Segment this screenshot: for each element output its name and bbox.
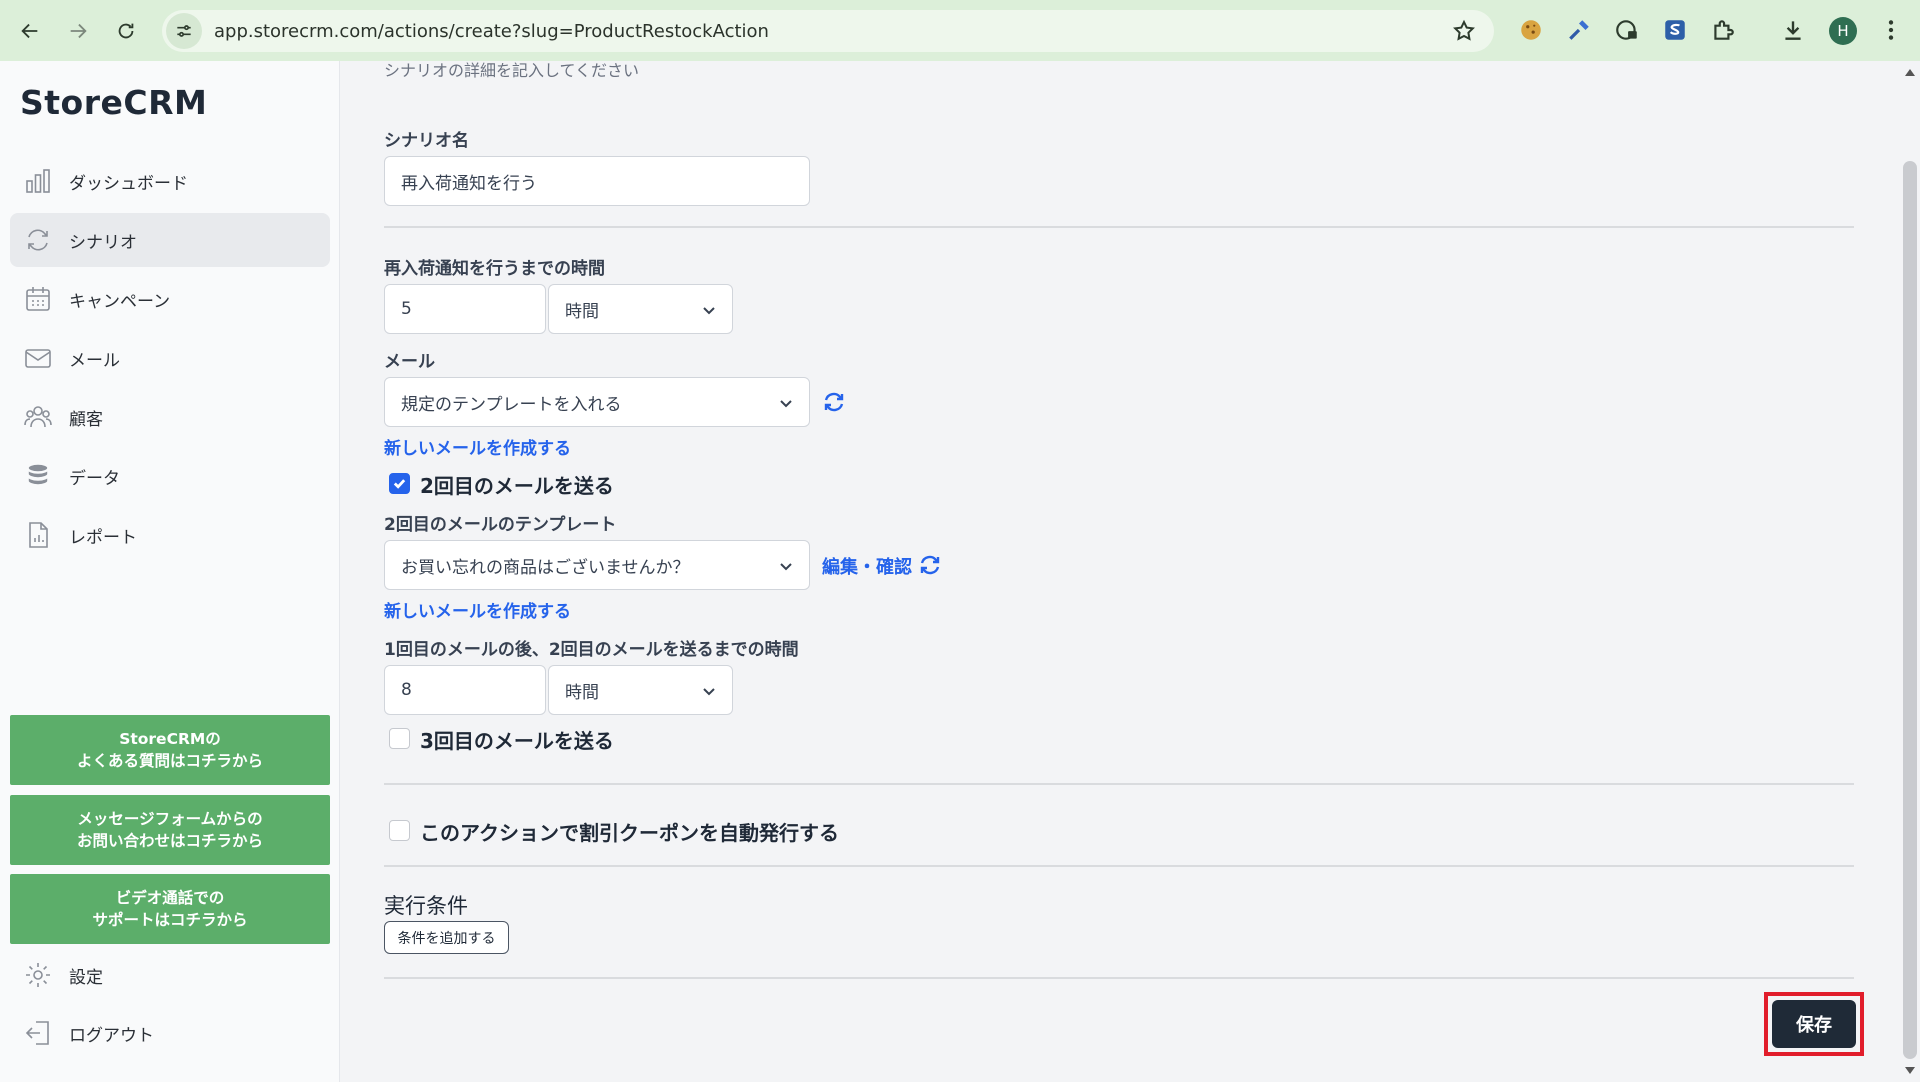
app-logo[interactable]: StoreCRM <box>20 83 207 122</box>
sidebar-item-label: 設定 <box>69 967 103 988</box>
download-icon[interactable] <box>1779 16 1807 44</box>
chevron-down-icon <box>779 558 793 572</box>
chevron-down-icon <box>779 395 793 409</box>
select-value: 規定のテンプレートを入れる <box>401 394 622 415</box>
video-support-help-button[interactable]: ビデオ通話での サポートはコチラから <box>10 874 330 944</box>
scroll-up-arrow-icon[interactable] <box>1905 69 1915 76</box>
coupon-checkbox-label[interactable]: このアクションで割引クーポンを自動発行する <box>420 817 839 846</box>
edit-confirm-link[interactable]: 編集・確認 <box>822 553 912 579</box>
forward-icon[interactable] <box>62 15 94 47</box>
mail-label: メール <box>384 352 435 372</box>
gear-icon <box>23 960 53 990</box>
restock-delay-label: 再入荷通知を行うまでの時間 <box>384 259 605 279</box>
sidebar-item-dashboard[interactable]: ダッシュボード <box>10 154 330 208</box>
contact-form-help-button[interactable]: メッセージフォームからの お問い合わせはコチラから <box>10 795 330 865</box>
sidebar-menu: ダッシュボード シナリオ キャンペーン メール 顧客 データ レポート <box>10 154 330 567</box>
browser-toolbar: app.storecrm.com/actions/create?slug=Pro… <box>0 0 1920 61</box>
cookie-extension-icon[interactable] <box>1517 16 1545 44</box>
create-new-mail-link-2[interactable]: 新しいメールを作成する <box>384 597 571 622</box>
second-delay-input[interactable]: 8 <box>384 665 546 715</box>
second-template-select[interactable]: お買い忘れの商品はございませんか？ <box>384 540 810 590</box>
add-condition-button[interactable]: 条件を追加する <box>384 921 509 954</box>
help-button-line: サポートはコチラから <box>92 911 248 929</box>
help-button-line: StoreCRMの <box>119 730 221 748</box>
sidebar-item-report[interactable]: レポート <box>10 508 330 562</box>
extensions-puzzle-icon[interactable] <box>1709 16 1737 44</box>
users-icon <box>23 402 53 432</box>
sidebar-item-label: ダッシュボード <box>69 173 188 194</box>
sidebar-item-label: シナリオ <box>69 232 137 253</box>
help-button-line: メッセージフォームからの <box>77 810 263 828</box>
calendar-icon <box>23 284 53 314</box>
second-delay-unit-select[interactable]: 時間 <box>548 665 733 715</box>
address-bar[interactable]: app.storecrm.com/actions/create?slug=Pro… <box>162 10 1494 52</box>
reload-icon[interactable] <box>110 15 142 47</box>
sidebar-item-logout[interactable]: ログアウト <box>10 1008 330 1058</box>
sidebar-item-label: データ <box>69 468 120 489</box>
sidebar: StoreCRM ダッシュボード シナリオ キャンペーン メール 顧客 データ … <box>0 61 340 1082</box>
create-new-mail-link[interactable]: 新しいメールを作成する <box>384 434 571 459</box>
sidebar-item-campaign[interactable]: キャンペーン <box>10 272 330 326</box>
privacy-extension-icon[interactable] <box>1613 16 1641 44</box>
save-button[interactable]: 保存 <box>1772 1000 1856 1048</box>
sidebar-item-label: 顧客 <box>69 409 103 430</box>
scrollbar-thumb[interactable] <box>1903 161 1917 1059</box>
faq-help-button[interactable]: StoreCRMの よくある質問はコチラから <box>10 715 330 785</box>
sidebar-item-label: キャンペーン <box>69 291 171 312</box>
chevron-down-icon <box>702 683 716 697</box>
help-button-line: ビデオ通話での <box>115 889 225 907</box>
sidebar-item-data[interactable]: データ <box>10 449 330 503</box>
second-mail-checkbox[interactable] <box>389 473 410 494</box>
conditions-heading: 実行条件 <box>384 894 468 918</box>
sidebar-item-label: ログアウト <box>69 1025 154 1046</box>
section-divider <box>384 977 1854 979</box>
tool-extension-icon[interactable] <box>1565 16 1593 44</box>
select-value: お買い忘れの商品はございませんか？ <box>401 557 690 578</box>
sidebar-item-scenario[interactable]: シナリオ <box>10 213 330 267</box>
third-mail-checkbox-label[interactable]: 3回目のメールを送る <box>420 725 614 754</box>
second-mail-checkbox-label[interactable]: 2回目のメールを送る <box>420 470 614 499</box>
restock-delay-input[interactable]: 5 <box>384 284 546 334</box>
section-divider <box>384 783 1854 785</box>
select-value: 時間 <box>565 682 599 703</box>
bar-chart-icon <box>23 166 53 196</box>
refresh-cycle-icon <box>23 225 53 255</box>
section-divider <box>384 226 1854 228</box>
second-template-label: 2回目のメールのテンプレート <box>384 515 617 535</box>
mail-icon <box>23 343 53 373</box>
scenario-description-hint: シナリオの詳細を記入してください <box>384 61 640 80</box>
back-icon[interactable] <box>14 15 46 47</box>
second-delay-label: 1回目のメールの後、2回目のメールを送るまでの時間 <box>384 640 799 660</box>
more-menu-icon[interactable] <box>1877 16 1905 44</box>
sidebar-item-label: メール <box>69 350 120 371</box>
restock-delay-unit-select[interactable]: 時間 <box>548 284 733 334</box>
s-extension-icon[interactable] <box>1661 16 1689 44</box>
logout-icon <box>23 1018 53 1048</box>
site-settings-icon[interactable] <box>166 13 202 49</box>
page-scrollbar[interactable] <box>1900 61 1920 1082</box>
refresh-second-templates-icon[interactable] <box>918 553 942 581</box>
refresh-templates-icon[interactable] <box>822 390 846 418</box>
bookmark-star-icon[interactable] <box>1452 19 1476 43</box>
help-button-line: お問い合わせはコチラから <box>76 832 263 850</box>
mail-template-select[interactable]: 規定のテンプレートを入れる <box>384 377 810 427</box>
report-icon <box>23 520 53 550</box>
third-mail-checkbox[interactable] <box>389 728 410 749</box>
profile-avatar[interactable]: H <box>1829 17 1857 45</box>
sidebar-item-settings[interactable]: 設定 <box>10 950 330 1000</box>
section-divider <box>384 865 1854 867</box>
sidebar-item-customers[interactable]: 顧客 <box>10 390 330 444</box>
url-text[interactable]: app.storecrm.com/actions/create?slug=Pro… <box>214 21 769 42</box>
scenario-name-input[interactable]: 再入荷通知を行う <box>384 156 810 206</box>
chevron-down-icon <box>702 302 716 316</box>
sidebar-item-mail[interactable]: メール <box>10 331 330 385</box>
main-content: シナリオの詳細を記入してください シナリオ名 再入荷通知を行う 再入荷通知を行う… <box>340 61 1900 1082</box>
help-button-line: よくある質問はコチラから <box>76 752 263 770</box>
scroll-down-arrow-icon[interactable] <box>1905 1067 1915 1074</box>
scenario-name-label: シナリオ名 <box>384 131 469 151</box>
coupon-checkbox[interactable] <box>389 820 410 841</box>
select-value: 時間 <box>565 301 599 322</box>
sidebar-item-label: レポート <box>69 527 137 548</box>
database-icon <box>23 461 53 491</box>
